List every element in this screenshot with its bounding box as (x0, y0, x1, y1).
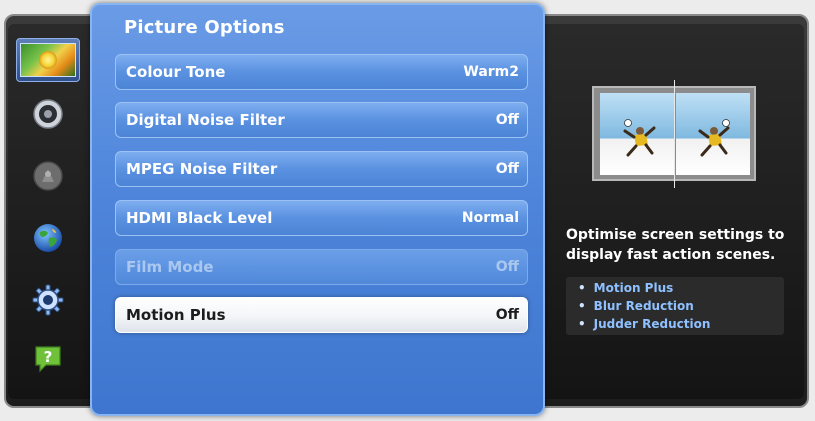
option-film-mode: Film Mode Off (115, 249, 528, 285)
preview-after (676, 93, 750, 175)
option-hdmi-black-level[interactable]: HDMI Black Level Normal (115, 200, 528, 236)
option-mpeg-noise-filter[interactable]: MPEG Noise Filter Off (115, 151, 528, 187)
option-label: HDMI Black Level (126, 209, 273, 227)
option-digital-noise-filter[interactable]: Digital Noise Filter Off (115, 102, 528, 138)
broadcast-icon (33, 161, 63, 191)
option-label: Motion Plus (126, 306, 226, 324)
sidebar-item-sound[interactable] (16, 92, 80, 136)
preview-before (600, 93, 674, 175)
sidebar-item-support[interactable]: ? (16, 336, 80, 380)
network-globe-icon (34, 224, 62, 252)
feature-item: Motion Plus (578, 281, 674, 295)
svg-text:?: ? (44, 348, 53, 366)
sidebar-item-broadcast[interactable] (16, 154, 80, 198)
option-label: Digital Noise Filter (126, 111, 285, 129)
sidebar-item-picture[interactable] (16, 38, 80, 82)
feature-item: Judder Reduction (578, 317, 711, 331)
soccer-player-icon (623, 119, 656, 157)
option-label: Colour Tone (126, 63, 226, 81)
option-value: Normal (461, 210, 519, 226)
info-description: Optimise screen settings to display fast… (566, 227, 785, 263)
preview-divider (674, 80, 675, 188)
option-value: Off (495, 112, 519, 128)
option-label: MPEG Noise Filter (126, 160, 278, 178)
sidebar-item-system[interactable] (16, 278, 80, 322)
feature-item: Blur Reduction (578, 299, 694, 313)
soccer-player-icon (698, 119, 730, 157)
picture-icon (20, 43, 76, 77)
option-value: Off (495, 161, 519, 177)
system-gear-icon (32, 284, 64, 316)
support-help-icon: ? (35, 346, 61, 373)
feature-list: Motion Plus Blur Reduction Judder Reduct… (566, 277, 784, 335)
sidebar-item-network[interactable] (16, 216, 80, 260)
sound-icon (33, 99, 63, 129)
option-value: Warm2 (463, 64, 519, 80)
option-motion-plus[interactable]: Motion Plus Off (115, 297, 528, 333)
option-label: Film Mode (126, 258, 214, 276)
option-value: Off (495, 259, 519, 275)
panel-title: Picture Options (124, 17, 285, 38)
option-colour-tone[interactable]: Colour Tone Warm2 (115, 54, 528, 90)
option-value: Off (495, 307, 519, 323)
sidebar: ? (12, 30, 84, 390)
